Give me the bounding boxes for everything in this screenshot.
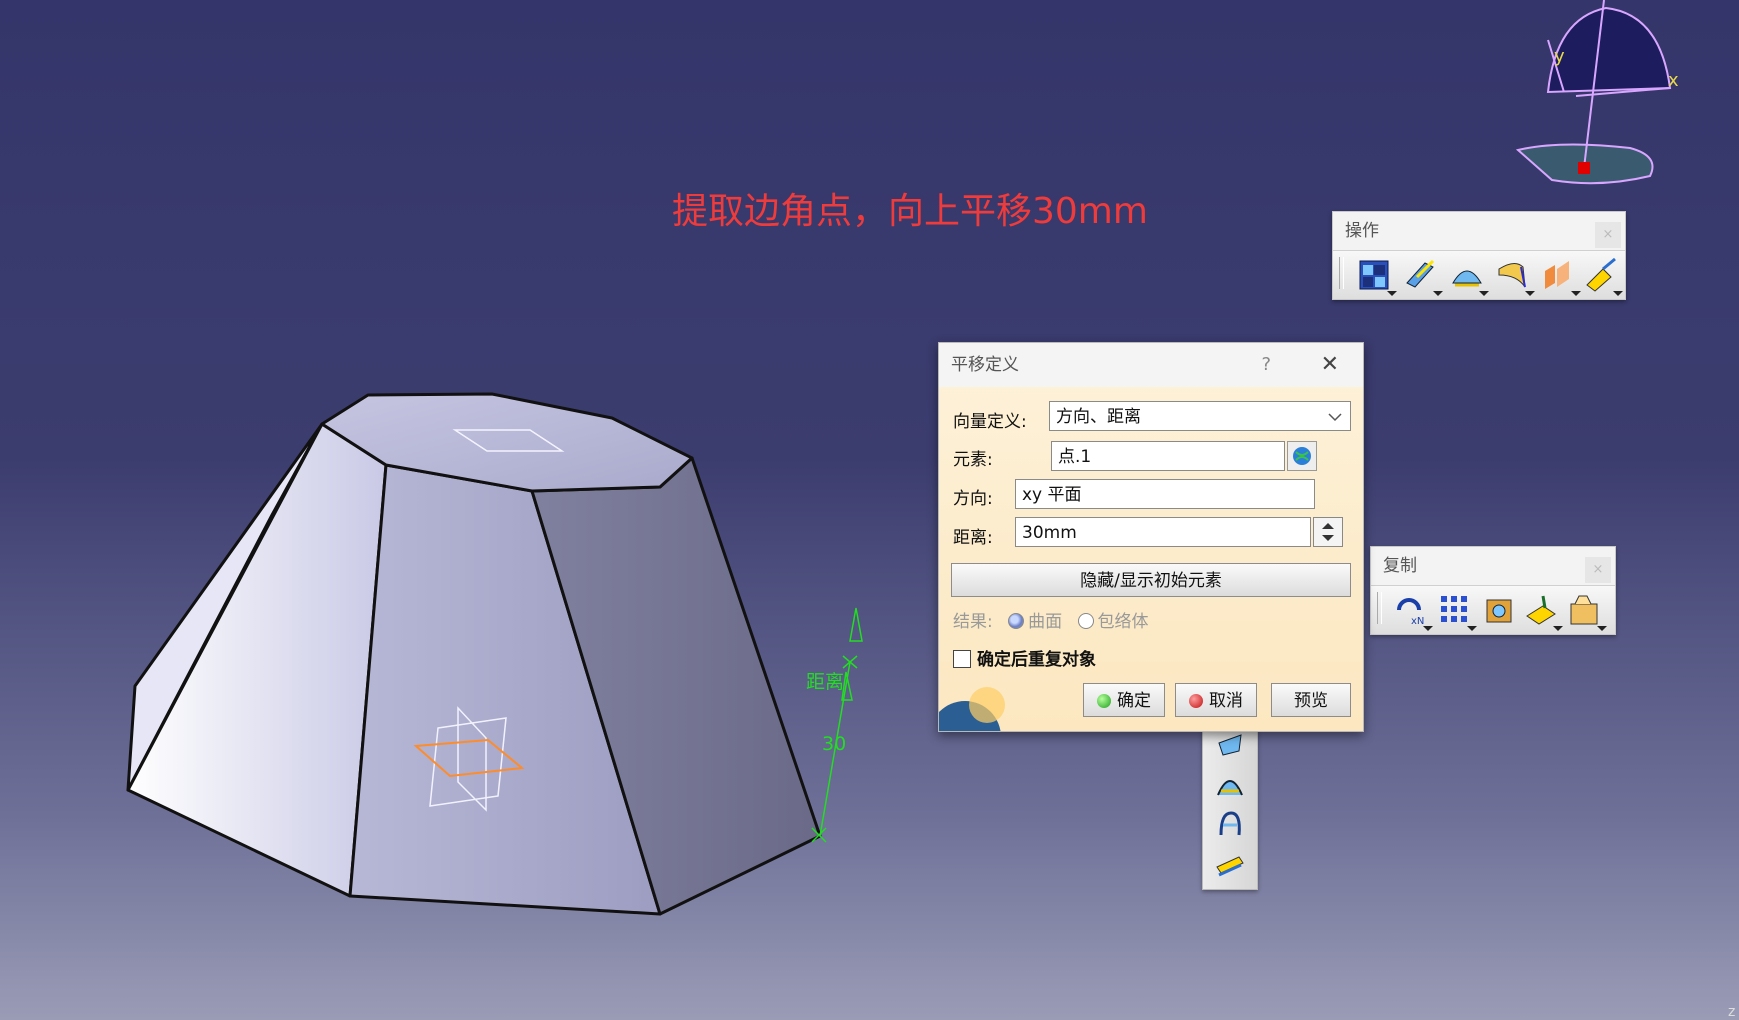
element-label: 元素:	[953, 450, 993, 470]
cancel-button[interactable]: 取消	[1175, 683, 1257, 717]
globe-selection-icon[interactable]	[1287, 441, 1317, 471]
distance-field[interactable]: 30mm	[1015, 517, 1311, 547]
cancel-button-label: 取消	[1209, 691, 1243, 711]
distance-value: 30mm	[1022, 523, 1077, 543]
decorative-globe	[939, 677, 1009, 731]
element-value: 点.1	[1058, 447, 1092, 467]
result-surface-radio[interactable]	[1008, 613, 1025, 629]
fillet-icon[interactable]	[1541, 257, 1581, 296]
repeat-checkbox[interactable]	[953, 650, 971, 668]
powercopy-icon[interactable]	[1481, 592, 1517, 628]
ok-button-label: 确定	[1117, 691, 1151, 711]
offset-tool-icon[interactable]	[1215, 849, 1245, 883]
toolbar-grip[interactable]	[1339, 257, 1344, 289]
preview-button[interactable]: 预览	[1271, 683, 1351, 717]
3d-viewport[interactable]: 距离 30 y x z	[0, 0, 1739, 1020]
direction-value: xy 平面	[1022, 485, 1082, 505]
vertical-toolbar[interactable]	[1202, 720, 1258, 890]
transform-icon[interactable]	[1583, 257, 1623, 296]
repeat-row[interactable]: 确定后重复对象	[953, 645, 1096, 670]
dimension-value: 30	[822, 733, 846, 755]
surface-tool-icon[interactable]	[1215, 729, 1245, 763]
dialog-title-bar[interactable]: 平移定义 ? ✕	[939, 343, 1363, 387]
repetition-icon[interactable]: xN	[1393, 592, 1433, 631]
result-label: 结果:	[953, 612, 993, 632]
catalog-icon[interactable]	[1567, 592, 1607, 631]
pattern-icon[interactable]	[1437, 592, 1477, 631]
result-row: 结果: 曲面 包络体	[953, 607, 1149, 632]
loft-tool-icon[interactable]	[1215, 809, 1245, 843]
repeat-label: 确定后重复对象	[977, 650, 1096, 670]
direction-label: 方向:	[953, 489, 993, 509]
compass-y-label: y	[1554, 46, 1565, 67]
heal-icon[interactable]	[1403, 257, 1443, 296]
vector-definition-select[interactable]: 方向、距离	[1049, 401, 1351, 431]
element-field[interactable]: 点.1	[1051, 441, 1285, 471]
frustum-solid[interactable]	[126, 392, 822, 916]
annotation-text: 提取边角点，向上平移30mm	[672, 191, 1148, 232]
operations-toolbar[interactable]: 操作 ×	[1332, 211, 1626, 300]
distance-label: 距离:	[953, 528, 993, 548]
direction-field[interactable]: xy 平面	[1015, 479, 1315, 509]
dialog-title: 平移定义	[951, 355, 1019, 375]
result-volume-radio[interactable]	[1077, 613, 1094, 629]
red-dot-icon	[1189, 694, 1203, 708]
extract-icon[interactable]	[1495, 257, 1535, 296]
copy-toolbar-title[interactable]: 复制 ×	[1371, 547, 1615, 585]
result-volume-label: 包络体	[1097, 612, 1149, 632]
green-dot-icon	[1097, 694, 1111, 708]
sweep-tool-icon[interactable]	[1215, 769, 1245, 803]
compass[interactable]: y x	[1515, 0, 1679, 185]
vector-definition-value: 方向、距离	[1056, 407, 1141, 427]
compass-x-label: x	[1668, 70, 1679, 91]
vector-definition-label: 向量定义:	[953, 412, 1027, 432]
chevron-down-icon	[1328, 413, 1342, 422]
dimension-label: 距离	[806, 671, 844, 693]
copy-toolbar[interactable]: 复制 × xN	[1370, 546, 1616, 635]
operations-toolbar-close-button[interactable]: ×	[1595, 222, 1621, 248]
corner-axis-label: z	[1728, 1004, 1735, 1020]
translate-definition-dialog[interactable]: 平移定义 ? ✕ 向量定义: 方向、距离 元素: 点.1 方向: xy 平面 距…	[938, 342, 1364, 732]
result-surface-label: 曲面	[1028, 612, 1063, 632]
toolbar-grip[interactable]	[1377, 592, 1382, 624]
operations-toolbar-title-text: 操作	[1345, 221, 1379, 241]
instantiate-icon[interactable]	[1523, 592, 1563, 631]
help-button[interactable]: ?	[1261, 343, 1271, 387]
distance-spinner[interactable]	[1313, 517, 1343, 547]
translation-manipulator[interactable]	[811, 607, 863, 843]
copy-toolbar-close-button[interactable]: ×	[1585, 557, 1611, 583]
join-icon[interactable]	[1357, 257, 1397, 296]
copy-toolbar-title-text: 复制	[1383, 556, 1417, 576]
operations-toolbar-title[interactable]: 操作 ×	[1333, 212, 1625, 250]
hide-show-initial-element-button[interactable]: 隐藏/显示初始元素	[951, 563, 1351, 597]
close-button[interactable]: ✕	[1321, 343, 1339, 387]
ok-button[interactable]: 确定	[1083, 683, 1165, 717]
untrim-icon[interactable]	[1449, 257, 1489, 296]
